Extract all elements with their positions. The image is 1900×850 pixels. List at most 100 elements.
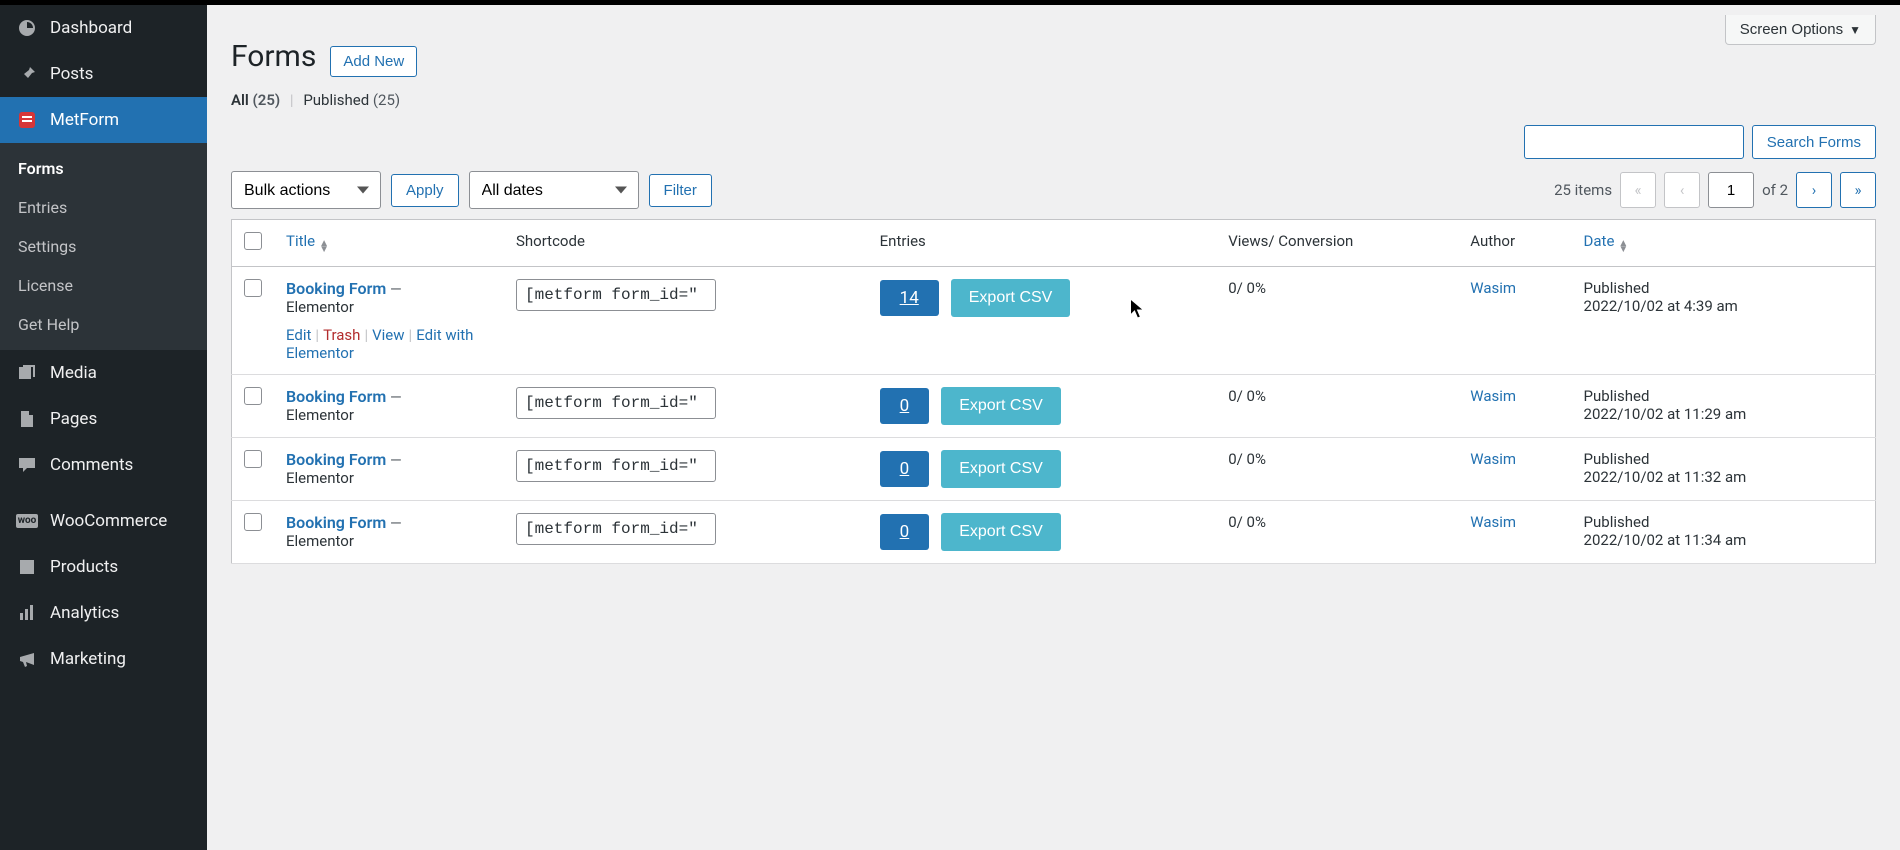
sidebar-item-pages[interactable]: Pages [0, 396, 207, 442]
pagination-next[interactable]: › [1796, 172, 1832, 208]
analytics-icon [16, 602, 38, 624]
pagination-current[interactable] [1708, 172, 1754, 208]
shortcode-input[interactable] [516, 279, 716, 311]
date-filter-select[interactable]: All dates [469, 171, 639, 209]
status-filters: All (25) | Published (25) [231, 91, 1876, 109]
date-cell: Published2022/10/02 at 11:32 am [1572, 438, 1876, 501]
column-entries: Entries [868, 220, 1217, 267]
export-csv-button[interactable]: Export CSV [941, 387, 1061, 425]
row-checkbox[interactable] [244, 450, 262, 468]
row-action-trash[interactable]: Trash [323, 326, 360, 344]
column-date[interactable]: Date▲▼ [1572, 220, 1876, 267]
sidebar-item-comments[interactable]: Comments [0, 442, 207, 488]
add-new-button[interactable]: Add New [330, 46, 417, 77]
sidebar-item-woocommerce[interactable]: woo WooCommerce [0, 498, 207, 544]
filter-all-label[interactable]: All [231, 91, 249, 109]
entries-count[interactable]: 0 [880, 451, 930, 487]
pagination-first[interactable]: « [1620, 172, 1656, 208]
pagination: 25 items « ‹ of 2 › » [1554, 172, 1876, 208]
sidebar-item-dashboard[interactable]: Dashboard [0, 5, 207, 51]
dashboard-icon [16, 17, 38, 39]
submenu-item-gethelp[interactable]: Get Help [0, 305, 207, 344]
submenu-item-forms[interactable]: Forms [0, 149, 207, 188]
builder-label: Elementor [286, 532, 354, 550]
caret-down-icon: ▼ [1849, 23, 1861, 37]
entries-count[interactable]: 0 [880, 514, 930, 550]
sidebar-item-media[interactable]: Media [0, 350, 207, 396]
sidebar-label-marketing: Marketing [50, 649, 126, 669]
form-title-link[interactable]: Booking Form [286, 387, 386, 406]
metform-submenu: Forms Entries Settings License Get Help [0, 143, 207, 350]
sidebar-label-products: Products [50, 557, 118, 577]
filter-published-label[interactable]: Published [303, 91, 369, 109]
pin-icon [16, 63, 38, 85]
author-link[interactable]: Wasim [1470, 279, 1516, 297]
sort-icon: ▲▼ [1618, 241, 1628, 253]
pagination-items: 25 items [1554, 181, 1612, 199]
submenu-item-settings[interactable]: Settings [0, 227, 207, 266]
form-title-link[interactable]: Booking Form [286, 279, 386, 298]
date-cell: Published2022/10/02 at 11:34 am [1572, 501, 1876, 564]
entries-count[interactable]: 0 [880, 388, 930, 424]
screen-options-button[interactable]: Screen Options ▼ [1725, 15, 1876, 45]
apply-button[interactable]: Apply [391, 174, 459, 207]
shortcode-input[interactable] [516, 450, 716, 482]
submenu-item-entries[interactable]: Entries [0, 188, 207, 227]
row-checkbox[interactable] [244, 513, 262, 531]
media-icon [16, 362, 38, 384]
export-csv-button[interactable]: Export CSV [941, 513, 1061, 551]
sidebar-label-posts: Posts [50, 64, 93, 84]
author-link[interactable]: Wasim [1470, 513, 1516, 531]
sidebar-label-woocommerce: WooCommerce [50, 511, 167, 531]
shortcode-input[interactable] [516, 513, 716, 545]
sidebar-item-products[interactable]: Products [0, 544, 207, 590]
sidebar-label-comments: Comments [50, 455, 133, 475]
sidebar-item-marketing[interactable]: Marketing [0, 636, 207, 682]
forms-table: Title▲▼ Shortcode Entries Views/ Convers… [231, 219, 1876, 564]
submenu-item-license[interactable]: License [0, 266, 207, 305]
entries-count[interactable]: 14 [880, 280, 939, 316]
builder-label: Elementor [286, 469, 354, 487]
author-link[interactable]: Wasim [1470, 450, 1516, 468]
column-author: Author [1458, 220, 1571, 267]
form-title-link[interactable]: Booking Form [286, 513, 386, 532]
builder-label: Elementor [286, 406, 354, 424]
sidebar-item-metform[interactable]: MetForm [0, 97, 207, 143]
row-action-view[interactable]: View [372, 326, 404, 344]
table-row: Booking Form —Elementor0Export CSV0/ 0%W… [232, 438, 1876, 501]
builder-label: Elementor [286, 298, 354, 316]
sidebar-item-posts[interactable]: Posts [0, 51, 207, 97]
comments-icon [16, 454, 38, 476]
column-shortcode: Shortcode [504, 220, 868, 267]
views-cell: 0/ 0% [1216, 375, 1458, 438]
pagination-last[interactable]: » [1840, 172, 1876, 208]
select-all-checkbox[interactable] [244, 232, 262, 250]
search-input[interactable] [1524, 125, 1744, 159]
export-csv-button[interactable]: Export CSV [941, 450, 1061, 488]
metform-icon [16, 109, 38, 131]
filter-button[interactable]: Filter [649, 174, 712, 207]
filter-all-count: (25) [253, 91, 281, 109]
pagination-prev[interactable]: ‹ [1664, 172, 1700, 208]
page-title: Forms [231, 39, 316, 74]
shortcode-input[interactable] [516, 387, 716, 419]
form-title-link[interactable]: Booking Form [286, 450, 386, 469]
admin-sidebar: Dashboard Posts MetForm Forms Entries Se… [0, 5, 207, 850]
column-title[interactable]: Title▲▼ [274, 220, 504, 267]
pagination-of: of 2 [1762, 181, 1788, 199]
row-action-edit[interactable]: Edit [286, 326, 311, 344]
row-checkbox[interactable] [244, 279, 262, 297]
views-cell: 0/ 0% [1216, 501, 1458, 564]
pages-icon [16, 408, 38, 430]
sidebar-item-analytics[interactable]: Analytics [0, 590, 207, 636]
column-views: Views/ Conversion [1216, 220, 1458, 267]
sort-icon: ▲▼ [319, 241, 329, 253]
export-csv-button[interactable]: Export CSV [951, 279, 1071, 317]
bulk-actions-select[interactable]: Bulk actions [231, 171, 381, 209]
date-cell: Published2022/10/02 at 4:39 am [1572, 267, 1876, 375]
search-forms-button[interactable]: Search Forms [1752, 125, 1876, 159]
author-link[interactable]: Wasim [1470, 387, 1516, 405]
views-cell: 0/ 0% [1216, 438, 1458, 501]
row-checkbox[interactable] [244, 387, 262, 405]
date-cell: Published2022/10/02 at 11:29 am [1572, 375, 1876, 438]
